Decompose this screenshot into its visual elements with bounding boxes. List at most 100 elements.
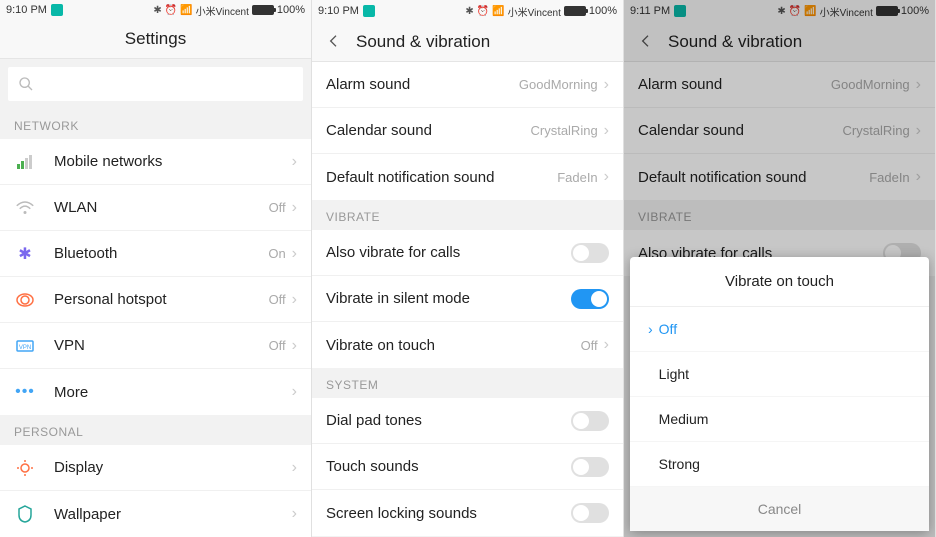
status-bar: 9:10 PM ✱ ⏰ 📶 小米Vincent 100% [312, 0, 623, 22]
page-title: Sound & vibration [356, 32, 490, 52]
dialog-title: Vibrate on touch [630, 257, 929, 307]
battery-icon [564, 6, 586, 16]
chevron-right-icon: › [604, 76, 609, 94]
option-label: Medium [659, 411, 709, 427]
personal-list: Display › Wallpaper › [0, 445, 311, 537]
network-list: Mobile networks › WLAN Off › ✱ Bluetooth… [0, 139, 311, 415]
header: Sound & vibration [312, 22, 623, 62]
toggle-touch-sounds[interactable] [571, 457, 609, 477]
toggle-vibrate-silent[interactable] [571, 289, 609, 309]
cancel-button[interactable]: Cancel [630, 487, 929, 531]
wifi-icon [14, 201, 36, 215]
option-label: Light [659, 366, 689, 382]
svg-text:VPN: VPN [19, 345, 31, 351]
row-label: Display [54, 459, 292, 476]
toggle-vibrate-calls[interactable] [571, 243, 609, 263]
row-value: Off [269, 200, 286, 215]
chevron-right-icon: › [292, 199, 297, 217]
signal-icon: 📶 [492, 6, 504, 17]
signal-icon: 📶 [180, 5, 192, 16]
battery-percent: 100% [277, 4, 305, 16]
row-label: Wallpaper [54, 506, 292, 523]
row-vpn[interactable]: VPN VPN Off › [0, 323, 311, 369]
option-label: Strong [659, 456, 700, 472]
row-calendar-sound[interactable]: Calendar sound CrystalRing › [312, 108, 623, 154]
chevron-right-icon: › [292, 337, 297, 355]
row-label: Bluetooth [54, 245, 268, 262]
alarm-status-icon: ⏰ [477, 6, 489, 17]
chevron-right-icon: › [604, 336, 609, 354]
row-value: Off [269, 338, 286, 353]
chevron-right-icon: › [292, 245, 297, 263]
row-mobile-networks[interactable]: Mobile networks › [0, 139, 311, 185]
row-bluetooth[interactable]: ✱ Bluetooth On › [0, 231, 311, 277]
carrier-label: 小米Vincent [508, 4, 561, 19]
screen-sound-vibration: 9:10 PM ✱ ⏰ 📶 小米Vincent 100% Sound & vib… [312, 0, 624, 537]
search-icon [18, 76, 34, 92]
status-time: 9:10 PM [318, 5, 359, 17]
row-touch-sounds[interactable]: Touch sounds [312, 444, 623, 490]
row-value: On [268, 246, 285, 261]
screen-settings: 9:10 PM ✱ ⏰ 📶 小米Vincent 100% Settings NE… [0, 0, 312, 537]
row-wallpaper[interactable]: Wallpaper › [0, 491, 311, 537]
battery-percent: 100% [589, 5, 617, 17]
row-notification-sound[interactable]: Default notification sound FadeIn › [312, 154, 623, 200]
row-label: VPN [54, 337, 269, 354]
row-label: Touch sounds [326, 458, 571, 475]
row-wlan[interactable]: WLAN Off › [0, 185, 311, 231]
row-value: CrystalRing [530, 123, 597, 138]
page-title: Settings [14, 29, 297, 49]
status-time: 9:10 PM [6, 4, 47, 16]
carrier-label: 小米Vincent [196, 3, 249, 18]
row-label: Calendar sound [326, 122, 530, 139]
vpn-icon: VPN [14, 339, 36, 353]
chevron-right-icon: › [292, 459, 297, 477]
app-indicator-icon [363, 5, 375, 17]
row-label: Vibrate in silent mode [326, 290, 571, 307]
row-hotspot[interactable]: Personal hotspot Off › [0, 277, 311, 323]
row-vibrate-touch[interactable]: Vibrate on touch Off › [312, 322, 623, 368]
row-display[interactable]: Display › [0, 445, 311, 491]
hotspot-icon [14, 293, 36, 307]
back-button[interactable] [326, 33, 344, 51]
battery-icon [252, 5, 274, 15]
toggle-dialpad[interactable] [571, 411, 609, 431]
row-locking-sounds[interactable]: Screen locking sounds [312, 490, 623, 536]
option-light[interactable]: › Light [630, 352, 929, 397]
bluetooth-status-icon: ✱ [153, 5, 161, 16]
display-icon [14, 460, 36, 476]
row-label: Mobile networks [54, 153, 292, 170]
vibrate-on-touch-dialog: Vibrate on touch › Off › Light › Medium … [630, 257, 929, 531]
row-value: Off [269, 292, 286, 307]
row-value: FadeIn [557, 170, 597, 185]
row-value: GoodMorning [519, 77, 598, 92]
system-list: Dial pad tones Touch sounds Screen locki… [312, 398, 623, 536]
section-header-network: NETWORK [0, 109, 311, 139]
alarm-status-icon: ⏰ [165, 5, 177, 16]
bluetooth-status-icon: ✱ [465, 6, 473, 17]
option-off[interactable]: › Off [630, 307, 929, 352]
chevron-right-icon: › [292, 383, 297, 401]
vibrate-list: Also vibrate for calls Vibrate in silent… [312, 230, 623, 368]
row-label: Alarm sound [326, 76, 519, 93]
more-icon: ••• [14, 383, 36, 401]
option-medium[interactable]: › Medium [630, 397, 929, 442]
row-vibrate-silent[interactable]: Vibrate in silent mode [312, 276, 623, 322]
row-alarm-sound[interactable]: Alarm sound GoodMorning › [312, 62, 623, 108]
sounds-list: Alarm sound GoodMorning › Calendar sound… [312, 62, 623, 200]
row-label: Vibrate on touch [326, 337, 581, 354]
chevron-right-icon: › [292, 505, 297, 523]
search-input[interactable] [8, 67, 303, 101]
row-label: Also vibrate for calls [326, 244, 571, 261]
option-label: Off [659, 321, 677, 337]
chevron-right-icon: › [604, 122, 609, 140]
row-dialpad-tones[interactable]: Dial pad tones [312, 398, 623, 444]
toggle-locking[interactable] [571, 503, 609, 523]
row-vibrate-calls[interactable]: Also vibrate for calls [312, 230, 623, 276]
row-label: Dial pad tones [326, 412, 571, 429]
app-indicator-icon [51, 4, 63, 16]
row-more[interactable]: ••• More › [0, 369, 311, 415]
chevron-right-icon: › [292, 153, 297, 171]
wallpaper-icon [14, 505, 36, 523]
option-strong[interactable]: › Strong [630, 442, 929, 487]
